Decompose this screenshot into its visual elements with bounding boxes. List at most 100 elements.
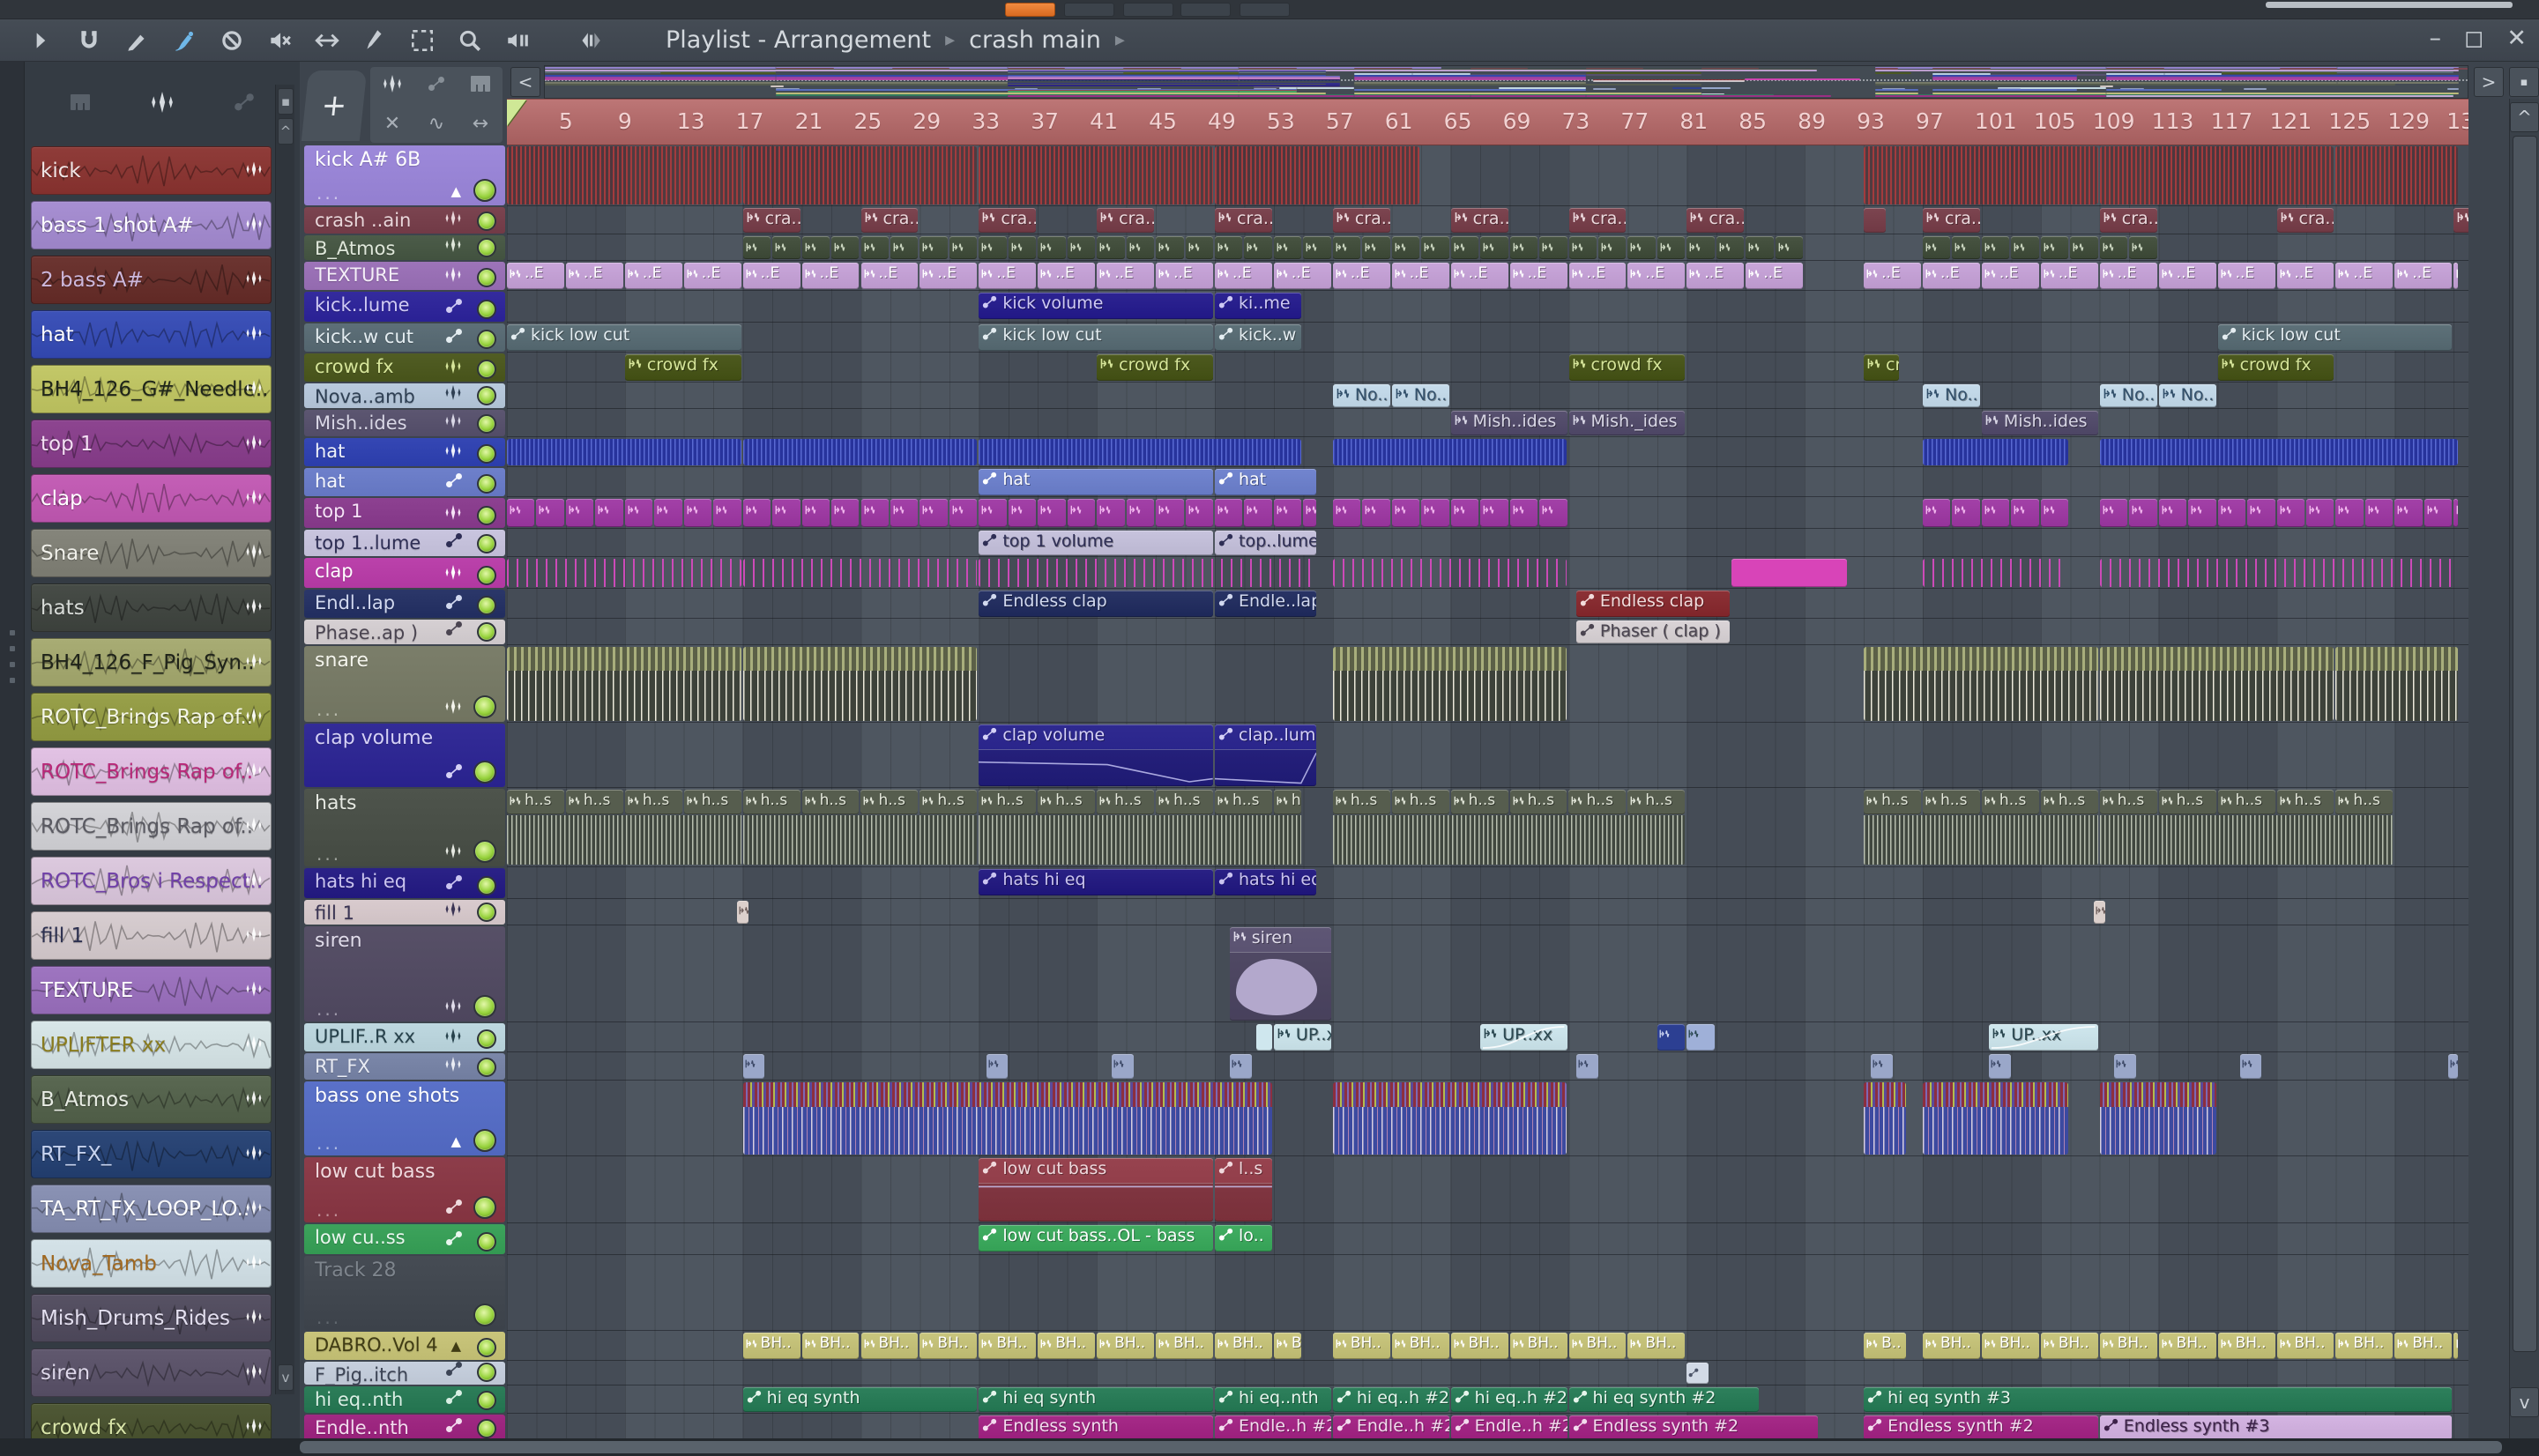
audio-clip-cell[interactable] — [1273, 499, 1302, 527]
clip[interactable]: hi eq..h #2 — [1450, 1387, 1567, 1412]
clip[interactable]: UP..xx — [1989, 1024, 2098, 1051]
track-mute-led[interactable] — [473, 1196, 496, 1219]
audio-clip-cell[interactable] — [801, 499, 830, 527]
audio-clip-cell[interactable] — [1126, 236, 1155, 259]
audio-clip-cell[interactable] — [772, 499, 800, 527]
audio-clip[interactable] — [1332, 647, 1567, 721]
audio-clip-cell[interactable] — [2364, 499, 2394, 527]
small-clip[interactable] — [1111, 1054, 1134, 1079]
clip[interactable]: cra.. — [2276, 208, 2334, 233]
track-mute-led[interactable] — [477, 268, 496, 287]
audio-clip-cell[interactable] — [1450, 499, 1479, 527]
audio-clip-cell[interactable] — [1421, 236, 1449, 259]
track-options-dots[interactable]: ... — [316, 843, 341, 865]
audio-clip-cell[interactable] — [801, 236, 830, 259]
small-clip[interactable] — [742, 1054, 765, 1079]
audio-clip-cell[interactable]: ..E — [1391, 263, 1449, 289]
audio-clip[interactable] — [507, 647, 741, 721]
small-clip[interactable] — [1989, 1054, 2012, 1079]
audio-clip-cell[interactable]: ..E — [1038, 263, 1096, 289]
audio-clip-cell[interactable] — [2099, 236, 2128, 259]
track-mute-led[interactable] — [477, 1029, 496, 1049]
main-scroll-slider[interactable] — [2266, 2, 2513, 8]
clip[interactable]: cra.. — [1215, 208, 1272, 233]
mute-tool-icon[interactable] — [264, 26, 294, 56]
track-header[interactable]: snare... — [304, 646, 505, 722]
pattern-clip[interactable] — [1332, 439, 1567, 465]
clip[interactable]: cra.. — [979, 208, 1037, 233]
audio-clip-cell[interactable]: BH.. — [2099, 1333, 2157, 1359]
audio-clip-cell[interactable] — [1657, 236, 1686, 259]
audio-clip-cell[interactable]: h..s — [1214, 790, 1272, 814]
picker-item[interactable]: ROTC_Bros i Respect.. — [31, 857, 272, 905]
track-mute-led[interactable] — [477, 506, 496, 525]
picker-item[interactable]: UPLIFTER xx — [31, 1021, 272, 1069]
clip[interactable]: hi eq synth #2 — [1568, 1387, 1759, 1412]
grid-track-row[interactable] — [507, 1362, 2468, 1385]
track-header[interactable]: TEXTURE — [304, 262, 505, 290]
clip[interactable]: hats hi eq — [979, 869, 1213, 895]
grid-track-row[interactable] — [507, 235, 2468, 261]
pattern-clip[interactable] — [2099, 559, 2458, 587]
track-mute-led[interactable] — [477, 330, 496, 349]
audio-clip-cell[interactable]: h..s — [1568, 790, 1627, 814]
track-header[interactable]: clap — [304, 558, 505, 588]
grid-track-row[interactable] — [507, 558, 2468, 589]
audio-clip-cell[interactable] — [860, 236, 889, 259]
maximize-button[interactable]: ◻ — [2464, 25, 2483, 52]
track-header[interactable]: Nova..amb — [304, 383, 505, 408]
clip[interactable]: cra.. — [1097, 208, 1155, 233]
audio-clip-cell[interactable]: ..E — [2040, 263, 2098, 289]
audio-clip-cell[interactable]: ..E — [1923, 263, 1980, 289]
clip[interactable]: low cut bass..OL - bass — [979, 1225, 1213, 1252]
track-header[interactable]: UPLIF..R xx — [304, 1023, 505, 1051]
clip[interactable]: Phaser ( clap ) — [1575, 620, 1730, 643]
audio-clip-cell[interactable]: BH.. — [1450, 1333, 1508, 1359]
audio-clip-cell[interactable]: BH.. — [979, 1333, 1037, 1359]
picker-item[interactable]: hats — [31, 583, 272, 632]
track-header[interactable]: Endl..lap — [304, 590, 505, 618]
grid-track-row[interactable] — [507, 1081, 2468, 1156]
audio-clip-cell[interactable]: h..s — [2040, 790, 2098, 814]
clip[interactable]: kick low cut — [507, 324, 741, 351]
scroll-down-button[interactable]: v — [2510, 1387, 2539, 1417]
slide-tool-icon[interactable] — [312, 26, 342, 56]
audio-clip-cell[interactable] — [1008, 236, 1037, 259]
picker-item[interactable]: ROTC_Brings Rap of.. — [31, 747, 272, 796]
clip[interactable]: No.. — [1391, 384, 1449, 407]
track-header[interactable]: Track 28... — [304, 1256, 505, 1330]
track-mute-led[interactable] — [477, 534, 496, 553]
picker-item[interactable]: TA_RT_FX_LOOP_LO.. — [31, 1185, 272, 1233]
audio-clip-cell[interactable]: ..E — [1097, 263, 1155, 289]
track-header[interactable]: kick A# 6B ▲... — [304, 145, 505, 205]
picker-item[interactable]: siren — [31, 1348, 272, 1397]
audio-clip-cell[interactable]: ..E — [1746, 263, 1804, 289]
picker-scroll-down-button[interactable]: v — [278, 1364, 294, 1391]
audio-clip-cell[interactable]: BH.. — [2453, 1333, 2458, 1359]
small-clip[interactable] — [2447, 1054, 2458, 1079]
small-clip[interactable] — [1871, 1054, 1894, 1079]
audio-clip-cell[interactable]: h..s — [979, 790, 1037, 814]
audio-clip-cell[interactable] — [1215, 499, 1243, 527]
curve-icon[interactable]: ∿ — [428, 113, 444, 135]
audio-clip-cell[interactable]: ..E — [683, 263, 741, 289]
pattern-clip[interactable] — [507, 146, 741, 204]
picker-item[interactable]: clap — [31, 474, 272, 523]
horizontal-scroll-thumb[interactable] — [300, 1441, 2502, 1453]
clip[interactable]: Endle..lap — [1215, 591, 1317, 617]
clip[interactable]: cra.. — [2099, 208, 2157, 233]
audio-clip-cell[interactable]: h..s — [1450, 790, 1508, 814]
preview-tool-icon[interactable] — [503, 26, 532, 56]
clip[interactable]: Endless clap — [1575, 591, 1730, 617]
audio-clip-cell[interactable]: h..s — [1864, 790, 1921, 814]
audio-clip-cell[interactable] — [831, 499, 860, 527]
track-mute-led[interactable] — [477, 474, 496, 494]
grid-track-row[interactable]: UP..xx UP..xx UP..xx — [507, 1023, 2468, 1052]
audio-clip-cell[interactable]: BH.. — [2040, 1333, 2098, 1359]
playhead-marker[interactable] — [507, 100, 526, 126]
audio-clip-cell[interactable] — [1391, 499, 1420, 527]
audio-clip-cell[interactable] — [742, 236, 771, 259]
grid-track-row[interactable]: BH.. BH.. BH.. BH.. BH.. BH.. BH.. BH.. BH.. BH..… — [507, 1332, 2468, 1361]
patterns-tab[interactable] — [70, 93, 91, 115]
grid-track-row[interactable]: low cut bass l..s — [507, 1157, 2468, 1223]
